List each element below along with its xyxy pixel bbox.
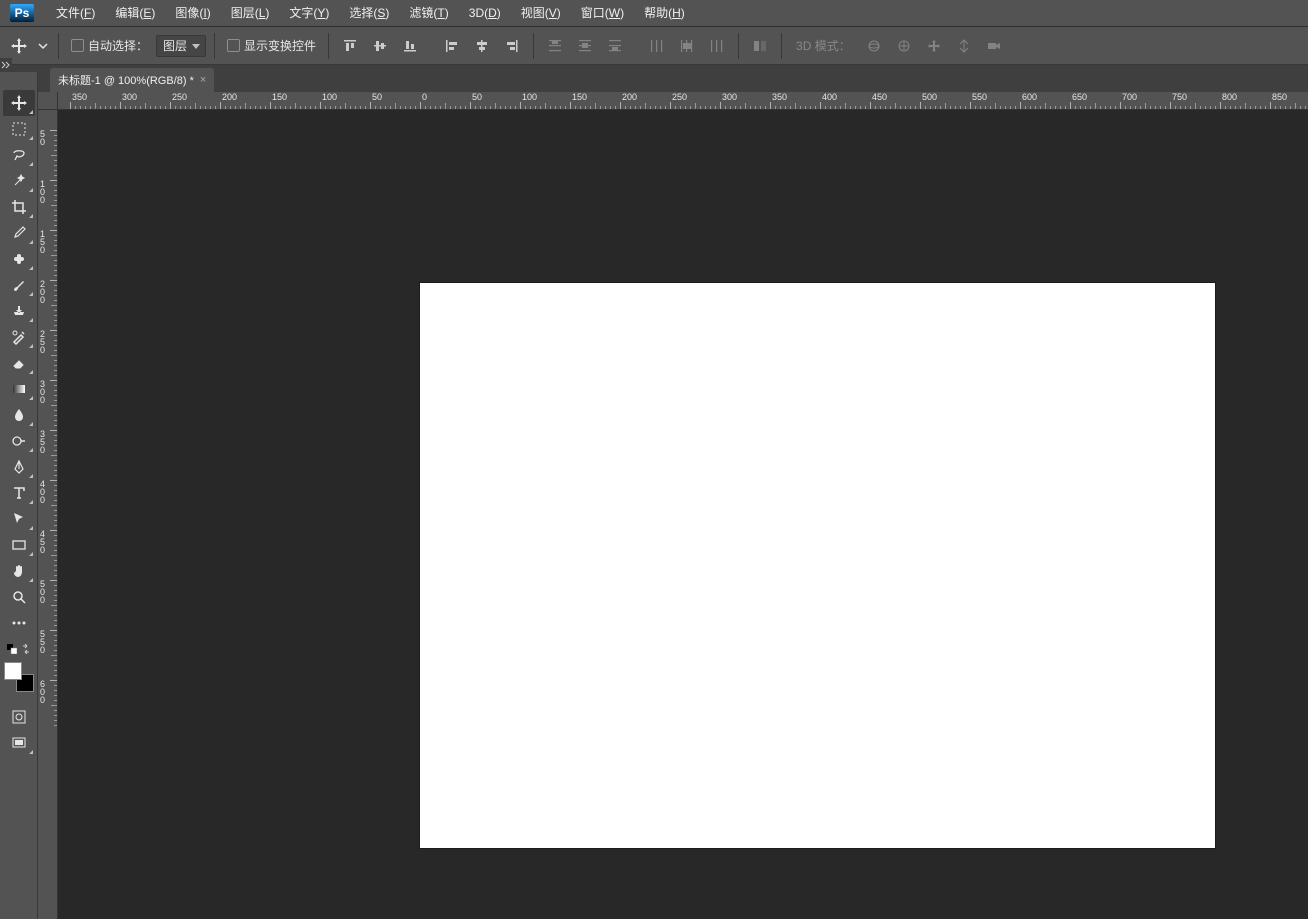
align-vcenter-icon[interactable] (367, 33, 393, 59)
eyedropper-tool[interactable] (3, 220, 35, 246)
blur-tool[interactable] (3, 402, 35, 428)
color-swatches[interactable] (4, 662, 34, 692)
align-bottom-icon[interactable] (397, 33, 423, 59)
document-tabbar: 未标题-1 @ 100%(RGB/8) * × (0, 65, 1308, 93)
align-top-icon[interactable] (337, 33, 363, 59)
edit-toolbar-icon[interactable] (3, 610, 35, 636)
3d-camera-icon (981, 33, 1007, 59)
app-logo: Ps (10, 4, 34, 22)
menu-l[interactable]: 图层(L) (221, 0, 280, 27)
align-left-icon[interactable] (439, 33, 465, 59)
menu-s[interactable]: 选择(S) (339, 0, 399, 27)
brush-tool[interactable] (3, 272, 35, 298)
document-canvas[interactable] (420, 283, 1215, 848)
divider (738, 33, 739, 59)
divider (214, 33, 215, 59)
move-tool[interactable] (3, 90, 35, 116)
foreground-color[interactable] (4, 662, 22, 680)
swatch-controls (3, 644, 35, 658)
menu-bar: Ps 文件(F)编辑(E)图像(I)图层(L)文字(Y)选择(S)滤镜(T)3D… (0, 0, 1308, 27)
show-transform-label: 显示变换控件 (244, 37, 316, 54)
hand-tool[interactable] (3, 558, 35, 584)
expand-panels-icon[interactable] (0, 58, 12, 72)
3d-orbit-icon (861, 33, 887, 59)
divider (58, 33, 59, 59)
distribute-right-icon (704, 33, 730, 59)
work-area: 3503002502001501005005010015020025030035… (38, 92, 1308, 919)
dodge-tool[interactable] (3, 428, 35, 454)
ruler-origin[interactable] (38, 92, 58, 110)
history-brush-tool[interactable] (3, 324, 35, 350)
swap-colors-icon[interactable] (21, 644, 31, 658)
eraser-tool[interactable] (3, 350, 35, 376)
align-hcenter-icon[interactable] (469, 33, 495, 59)
document-tab[interactable]: 未标题-1 @ 100%(RGB/8) * × (50, 68, 214, 92)
marquee-tool[interactable] (3, 116, 35, 142)
healing-brush-tool[interactable] (3, 246, 35, 272)
divider (328, 33, 329, 59)
crop-tool[interactable] (3, 194, 35, 220)
vertical-ruler[interactable]: 50100150200250300350400450500550600 (38, 110, 58, 919)
menu-v[interactable]: 视图(V) (511, 0, 571, 27)
distribute-left-icon (644, 33, 670, 59)
menu-i[interactable]: 图像(I) (165, 0, 220, 27)
3d-slide-icon (951, 33, 977, 59)
quick-mask-icon[interactable] (3, 704, 35, 730)
canvas-viewport[interactable] (58, 110, 1308, 919)
zoom-tool[interactable] (3, 584, 35, 610)
screen-mode-icon[interactable] (3, 730, 35, 756)
show-transform-checkbox[interactable]: 显示变换控件 (223, 37, 320, 54)
distribute-bottom-icon (602, 33, 628, 59)
divider (533, 33, 534, 59)
menu-f[interactable]: 文件(F) (46, 0, 105, 27)
auto-select-target-dropdown[interactable]: 图层 (156, 35, 206, 57)
clone-stamp-tool[interactable] (3, 298, 35, 324)
auto-select-checkbox[interactable]: 自动选择： (67, 37, 152, 54)
rectangle-tool[interactable] (3, 532, 35, 558)
type-tool[interactable] (3, 480, 35, 506)
auto-align-icon (747, 33, 773, 59)
auto-select-label: 自动选择： (88, 37, 148, 54)
checkbox-icon (71, 39, 84, 52)
close-tab-icon[interactable]: × (200, 74, 206, 86)
toolbox (0, 72, 38, 919)
menu-t[interactable]: 滤镜(T) (399, 0, 458, 27)
pen-tool[interactable] (3, 454, 35, 480)
menu-y[interactable]: 文字(Y) (279, 0, 339, 27)
options-bar: 自动选择： 图层 显示变换控件 3D 模式： (0, 27, 1308, 65)
tool-preset-dropdown-icon[interactable] (36, 33, 50, 59)
menu-e[interactable]: 编辑(E) (105, 0, 165, 27)
gradient-tool[interactable] (3, 376, 35, 402)
distribute-vcenter-icon (572, 33, 598, 59)
distribute-hcenter-icon (674, 33, 700, 59)
path-selection-tool[interactable] (3, 506, 35, 532)
default-colors-icon[interactable] (7, 644, 17, 658)
3d-mode-label: 3D 模式： (790, 37, 857, 54)
menu-w[interactable]: 窗口(W) (571, 0, 634, 27)
horizontal-ruler[interactable]: 3503002502001501005005010015020025030035… (58, 92, 1308, 110)
menu-d[interactable]: 3D(D) (459, 0, 511, 27)
3d-roll-icon (891, 33, 917, 59)
magic-wand-tool[interactable] (3, 168, 35, 194)
checkbox-icon (227, 39, 240, 52)
document-tab-title: 未标题-1 @ 100%(RGB/8) * (58, 72, 194, 88)
move-tool-indicator-icon[interactable] (6, 33, 32, 59)
distribute-top-icon (542, 33, 568, 59)
menu-h[interactable]: 帮助(H) (634, 0, 695, 27)
auto-select-target-value: 图层 (163, 37, 187, 54)
divider (781, 33, 782, 59)
3d-pan-icon (921, 33, 947, 59)
lasso-tool[interactable] (3, 142, 35, 168)
align-right-icon[interactable] (499, 33, 525, 59)
